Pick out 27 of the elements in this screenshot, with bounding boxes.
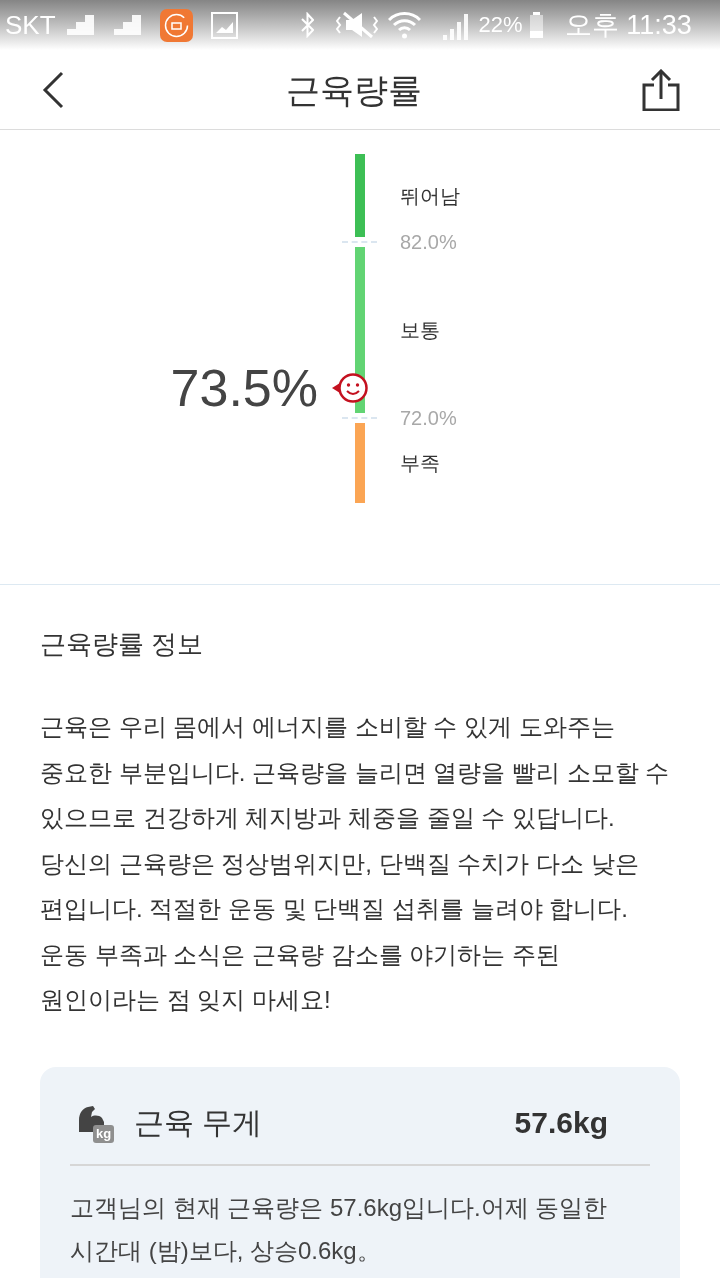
section-title: 근육량률 정보 (40, 628, 205, 661)
carrier-name: SKT (5, 12, 56, 38)
threshold-label: 72.0% (400, 406, 457, 430)
battery-percent: 22% (478, 14, 523, 36)
segment-label: 부족 (400, 451, 440, 476)
measured-value: 73.5% (170, 357, 318, 418)
battery-icon (529, 12, 543, 38)
description-text: 근육은 우리 몸에서 에너지를 소비할 수 있게 도와주는 중요한 부분입니다. 근육량을 늘리면 열량을 빨리 소모할 수 있으므로 건강하게 체지방과 체중을 줄일 수 있답니다. 당신의 근육량은 정상범위지만, 단백질 수치가 다소 낮은 편입니다. 적절한 운동 및 단백질 섭취를 늘려야 합니다. 운동 부족과 소식은 근육량 감소를 야기하는 주된 원인이라는 점 잊지 마세요! (40, 712, 671, 1015)
bluetooth-icon (300, 12, 314, 38)
threshold-label: 82.0% (400, 230, 457, 254)
muted-icon (335, 11, 378, 39)
clock-time: 오후 11:33 (564, 11, 692, 39)
share-button[interactable] (640, 66, 682, 113)
page-title: 근육량률 (285, 69, 423, 111)
unit-badge: kg (93, 1124, 114, 1143)
weight-value: 57.6kg (514, 1104, 608, 1141)
segment-label: 보통 (400, 318, 440, 343)
card-title: 근육 무게 (134, 1104, 263, 1141)
app-icon (159, 8, 193, 42)
image-icon (210, 11, 238, 39)
steps-icon (113, 15, 141, 35)
chevron-left-icon (41, 70, 65, 109)
wifi-icon (387, 11, 421, 39)
segment-label: 뛰어남 (400, 183, 460, 209)
share-icon (642, 68, 680, 111)
steps-icon (66, 15, 94, 35)
card-description: 고객님의 현재 근육량은 57.6kg입니다.어제 동일한 시간대 (밤)보다, 상승0.6kg。 (70, 1192, 609, 1266)
